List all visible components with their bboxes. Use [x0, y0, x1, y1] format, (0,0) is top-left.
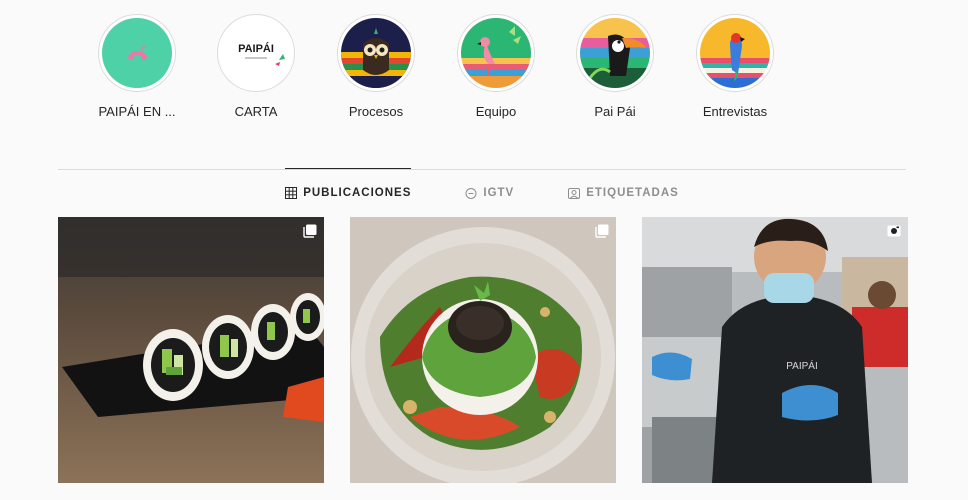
tab-label: PUBLICACIONES — [303, 186, 412, 199]
highlight-equipo[interactable]: Equipo — [441, 14, 551, 119]
post-chef[interactable]: PAIPÁI — [642, 217, 908, 483]
highlight-label: Entrevistas — [702, 104, 768, 119]
carousel-icon — [595, 224, 609, 238]
burrata-salad-photo — [350, 217, 616, 483]
highlight-label: CARTA — [234, 104, 278, 119]
highlight-procesos[interactable]: Procesos — [321, 14, 431, 119]
highlight-label: Pai Pái — [594, 104, 636, 119]
tab-label: IGTV — [483, 186, 515, 199]
highlight-label: PAIPÁI EN ... — [98, 104, 176, 119]
flamingo-icon — [461, 18, 531, 88]
highlight-paipai-en[interactable]: PAIPÁI EN ... — [82, 14, 192, 119]
highlight-label: Equipo — [475, 104, 517, 119]
chef-in-kitchen-photo: PAIPÁI — [642, 217, 908, 483]
scooter-icon — [102, 18, 172, 88]
tab-etiquetadas[interactable]: ETIQUETADAS — [568, 168, 679, 216]
post-burrata[interactable] — [350, 217, 616, 483]
tab-label: ETIQUETADAS — [586, 186, 679, 199]
tagged-icon — [568, 187, 581, 199]
tab-igtv[interactable]: IGTV — [465, 168, 514, 216]
grid-icon — [285, 186, 298, 199]
toucan-icon — [580, 18, 650, 88]
highlight-ring — [696, 14, 774, 92]
highlight-pai-pai[interactable]: Pai Pái — [560, 14, 670, 119]
highlight-ring — [98, 14, 176, 92]
apron-logo-text: PAIPÁI — [786, 359, 818, 372]
highlight-label: Procesos — [348, 104, 404, 119]
igtv-icon — [465, 187, 477, 199]
sushi-rolls-photo — [58, 217, 324, 483]
paipai-logo: PAIPÁI — [221, 18, 291, 88]
posts-grid: PAIPÁI — [58, 217, 908, 483]
highlight-ring — [457, 14, 535, 92]
highlight-entrevistas[interactable]: Entrevistas — [680, 14, 790, 119]
post-sushi[interactable] — [58, 217, 324, 483]
owl-icon — [341, 18, 411, 88]
highlight-ring: PAIPÁI — [217, 14, 295, 92]
tab-publicaciones[interactable]: PUBLICACIONES — [285, 168, 412, 216]
highlight-carta[interactable]: PAIPÁI CARTA — [201, 14, 311, 119]
highlight-ring — [576, 14, 654, 92]
story-highlights: PAIPÁI EN ... PAIPÁI CARTA Procesos Equi… — [0, 14, 968, 124]
parrot-icon — [700, 18, 770, 88]
carousel-icon — [303, 224, 317, 238]
video-icon — [887, 224, 901, 238]
highlight-ring — [337, 14, 415, 92]
profile-tabs: PUBLICACIONES IGTV ETIQUETADAS — [58, 168, 906, 217]
logo-text: PAIPÁI — [238, 42, 274, 55]
